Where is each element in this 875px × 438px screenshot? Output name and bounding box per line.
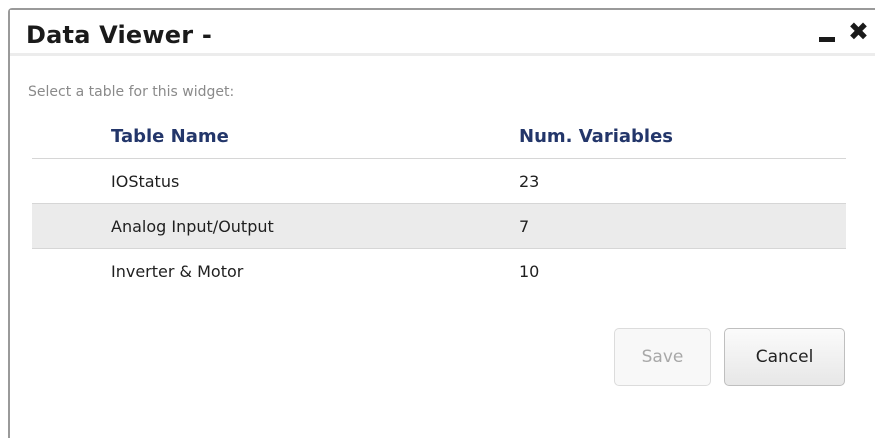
column-header-num-variables: Num. Variables	[519, 126, 674, 147]
close-icon[interactable]: ✖	[848, 19, 869, 44]
table-name-cell: Inverter & Motor	[111, 262, 244, 281]
cancel-button[interactable]: Cancel	[724, 328, 845, 386]
table-row[interactable]: Analog Input/Output 7	[32, 204, 846, 249]
column-header-table-name: Table Name	[111, 126, 229, 147]
num-variables-cell: 7	[519, 217, 530, 236]
table-select-prompt: Select a table for this widget:	[28, 84, 235, 100]
table-list: Table Name Num. Variables IOStatus 23 An…	[32, 114, 846, 294]
table-row[interactable]: IOStatus 23	[32, 159, 846, 204]
widget-title: Data Viewer -	[26, 21, 212, 49]
num-variables-cell: 10	[519, 262, 540, 281]
table-row[interactable]: Inverter & Motor 10	[32, 249, 846, 294]
num-variables-cell: 23	[519, 172, 540, 191]
minimize-icon[interactable]	[819, 37, 835, 42]
save-button[interactable]: Save	[614, 328, 711, 386]
table-name-cell: Analog Input/Output	[111, 217, 274, 236]
table-name-cell: IOStatus	[111, 172, 180, 191]
widget-header: Data Viewer - ✖	[10, 10, 875, 56]
table-header-row: Table Name Num. Variables	[32, 114, 846, 159]
